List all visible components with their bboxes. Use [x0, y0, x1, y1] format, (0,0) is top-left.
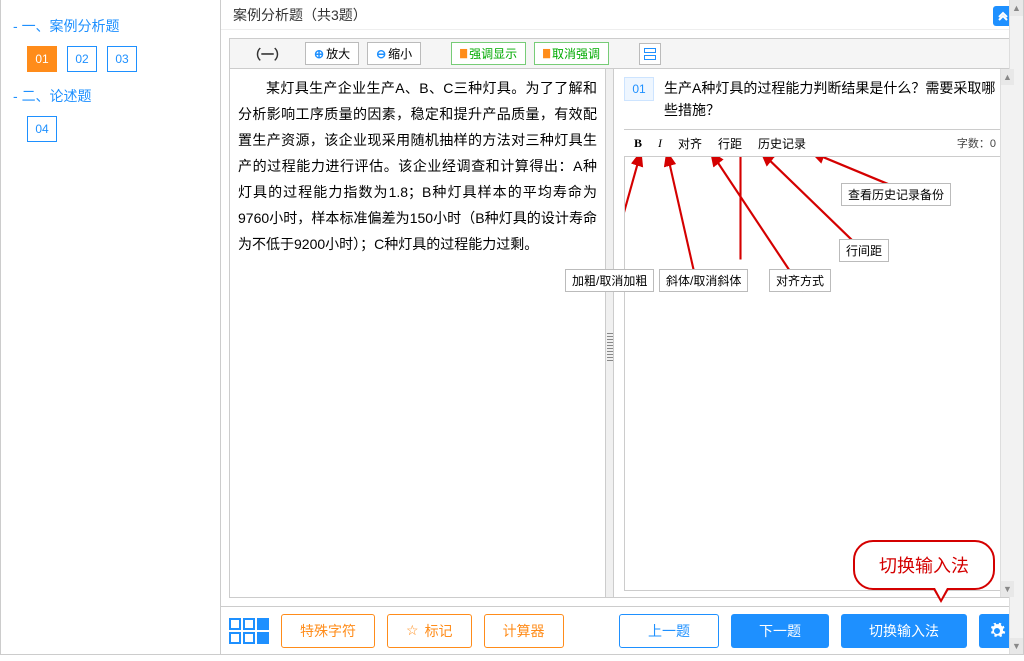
special-char-button[interactable]: 特殊字符	[281, 614, 375, 648]
passage-text: 某灯具生产企业生产A、B、C三种灯具。为了了解和分析影响工序质量的因素，稳定和提…	[230, 69, 605, 597]
unhighlight-button[interactable]: ▇取消强调	[534, 42, 609, 65]
question-grid-button[interactable]	[229, 618, 269, 644]
line-height-button[interactable]: 行距	[712, 133, 748, 154]
unhighlight-icon: ▇	[543, 48, 550, 59]
align-button[interactable]: 对齐	[672, 133, 708, 154]
answer-textarea[interactable]: 加粗/取消加粗 斜体/取消斜体 对齐方式 行间距 查看历史记录备份	[624, 157, 1004, 591]
scroll-down-icon: ▼	[1001, 581, 1014, 597]
answer-scrollbar[interactable]: ▲ ▼	[1000, 69, 1014, 597]
history-button[interactable]: 历史记录	[752, 133, 812, 154]
passage-toolbar: （一） ⊕放大 ⊖缩小 ▇强调显示 ▇取消强调	[229, 38, 1015, 68]
header: 案例分析题（共3题）	[221, 0, 1023, 30]
question-number: 01	[624, 77, 654, 101]
minus-icon: ⊖	[376, 47, 386, 61]
split-handle[interactable]	[606, 69, 614, 597]
editor-toolbar: B I 对齐 行距 历史记录 字数：0	[624, 129, 1004, 157]
anno-italic: 斜体/取消斜体	[659, 269, 748, 292]
answer-panel: 01 生产A种灯具的过程能力判断结果是什么？需要采取哪些措施？ B I 对齐 行…	[614, 69, 1014, 597]
section-2-title: 二、论述题	[13, 86, 208, 106]
mark-button[interactable]: ☆标记	[387, 614, 472, 648]
question-nav-03[interactable]: 03	[107, 46, 137, 72]
highlight-button[interactable]: ▇强调显示	[451, 42, 526, 65]
grip-icon	[607, 333, 613, 363]
star-icon: ☆	[406, 622, 419, 639]
question-header: 01 生产A种灯具的过程能力判断结果是什么？需要采取哪些措施？	[614, 69, 1014, 129]
italic-button[interactable]: I	[652, 134, 668, 153]
section-2-list: 04	[27, 116, 208, 142]
page-title: 案例分析题（共3题）	[233, 5, 367, 25]
calculator-button[interactable]: 计算器	[484, 614, 564, 648]
split-top-icon	[644, 48, 656, 53]
highlight-icon: ▇	[460, 48, 467, 59]
question-nav-01[interactable]: 01	[27, 46, 57, 72]
split-bottom-icon	[644, 55, 656, 60]
anno-history: 查看历史记录备份	[841, 183, 951, 206]
plus-icon: ⊕	[314, 47, 324, 61]
gear-icon	[988, 622, 1006, 640]
section-1-list: 01 02 03	[27, 46, 208, 72]
footer: 特殊字符 ☆标记 计算器 上一题 下一题 切换输入法	[221, 606, 1023, 654]
bold-button[interactable]: B	[628, 134, 648, 153]
prev-button[interactable]: 上一题	[619, 614, 719, 648]
question-nav-02[interactable]: 02	[67, 46, 97, 72]
chevron-up-icon	[998, 11, 1008, 21]
passage-index: （一）	[238, 44, 297, 63]
app-root: 一、案例分析题 01 02 03 二、论述题 04 案例分析题（共3题） （一）…	[0, 0, 1024, 655]
scroll-up-icon: ▲	[1001, 69, 1014, 85]
section-1-title: 一、案例分析题	[13, 16, 208, 36]
split-layout-button[interactable]	[639, 43, 661, 65]
word-count: 字数：0	[957, 135, 1000, 151]
anno-align: 对齐方式	[769, 269, 831, 292]
anno-bold: 加粗/取消加粗	[565, 269, 654, 292]
body: （一） ⊕放大 ⊖缩小 ▇强调显示 ▇取消强调 某灯具生产企业生产A、B、C三种…	[221, 30, 1023, 606]
zoom-out-button[interactable]: ⊖缩小	[367, 42, 421, 65]
bubble-tail-icon	[933, 589, 949, 603]
question-text: 生产A种灯具的过程能力判断结果是什么？需要采取哪些措施？	[664, 77, 1004, 121]
annotation-overlay	[625, 157, 1003, 590]
ime-callout: 切换输入法	[853, 540, 995, 590]
content: 案例分析题（共3题） （一） ⊕放大 ⊖缩小 ▇强调显示 ▇取消强调 某灯具生产…	[221, 0, 1023, 654]
question-nav-04[interactable]: 04	[27, 116, 57, 142]
next-button[interactable]: 下一题	[731, 614, 829, 648]
split-panels: 某灯具生产企业生产A、B、C三种灯具。为了了解和分析影响工序质量的因素，稳定和提…	[229, 68, 1015, 598]
ime-switch-button[interactable]: 切换输入法	[841, 614, 967, 648]
zoom-in-button[interactable]: ⊕放大	[305, 42, 359, 65]
sidebar: 一、案例分析题 01 02 03 二、论述题 04	[1, 0, 221, 654]
ime-callout-text: 切换输入法	[853, 540, 995, 590]
anno-lineheight: 行间距	[839, 239, 889, 262]
passage-panel: 某灯具生产企业生产A、B、C三种灯具。为了了解和分析影响工序质量的因素，稳定和提…	[230, 69, 606, 597]
